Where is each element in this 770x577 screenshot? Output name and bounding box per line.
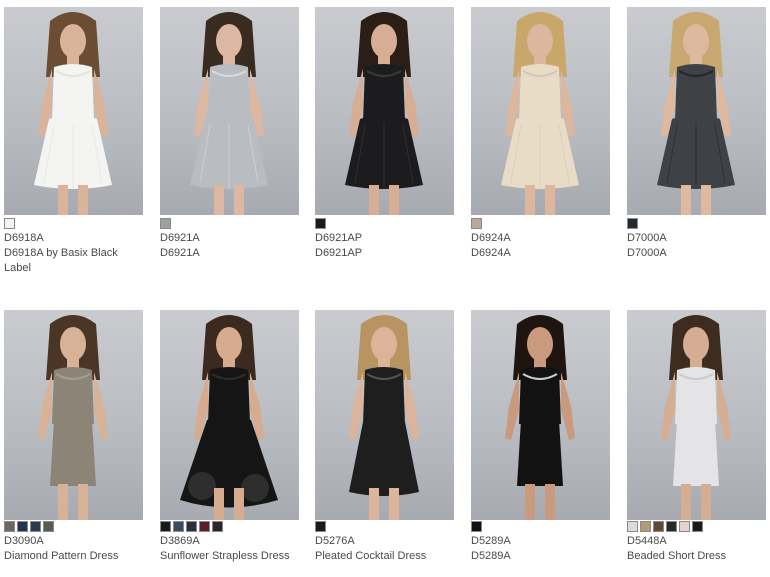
product-name-link[interactable]: D7000A [627, 246, 766, 261]
product-photo[interactable] [315, 310, 454, 520]
color-swatch[interactable] [640, 521, 651, 532]
color-swatches [4, 521, 143, 532]
model-figure [34, 12, 112, 215]
product-photo[interactable] [471, 7, 610, 215]
model-figure [505, 315, 575, 520]
color-swatch[interactable] [160, 218, 171, 229]
product-code: D3090A [4, 535, 44, 547]
color-swatches [471, 218, 610, 229]
color-swatch[interactable] [692, 521, 703, 532]
product-photo[interactable] [4, 7, 143, 215]
color-swatch[interactable] [160, 521, 171, 532]
color-swatch[interactable] [199, 521, 210, 532]
model-figure [349, 315, 419, 520]
product-code: D6921A [160, 232, 200, 244]
product-code: D6921AP [315, 232, 363, 244]
color-swatch[interactable] [30, 521, 41, 532]
color-swatches [4, 218, 143, 229]
product-photo[interactable] [4, 310, 143, 520]
model-figure [190, 12, 268, 215]
product-name-link[interactable]: Sunflower Strapless Dress [160, 549, 299, 564]
product-card[interactable]: D5276A Pleated Cocktail Dress [315, 310, 454, 564]
product-name-link[interactable]: D6924A [471, 246, 610, 261]
color-swatches [160, 218, 299, 229]
product-card[interactable]: D5289A D5289A [471, 310, 610, 564]
product-name-link[interactable]: D6921A [160, 246, 299, 261]
color-swatch[interactable] [17, 521, 28, 532]
color-swatch[interactable] [315, 521, 326, 532]
color-swatch[interactable] [4, 521, 15, 532]
color-swatch[interactable] [679, 521, 690, 532]
color-swatches [471, 521, 610, 532]
product-name-link[interactable]: Beaded Short Dress [627, 549, 766, 564]
product-code: D6918A [4, 232, 44, 244]
product-code: D7000A [627, 232, 667, 244]
model-figure [345, 12, 423, 215]
product-code: D5448A [627, 535, 667, 547]
color-swatches [627, 218, 766, 229]
product-name-link[interactable]: D5289A [471, 549, 610, 564]
product-card[interactable]: D6918A D6918A by Basix Black Label [4, 7, 143, 276]
product-card[interactable]: D6921A D6921A [160, 7, 299, 261]
product-card[interactable]: D3090A Diamond Pattern Dress [4, 310, 143, 564]
product-card[interactable]: D3869A Sunflower Strapless Dress [160, 310, 299, 564]
color-swatch[interactable] [471, 521, 482, 532]
model-figure [661, 315, 731, 520]
model-figure [38, 315, 108, 520]
color-swatch[interactable] [627, 521, 638, 532]
product-photo[interactable] [160, 7, 299, 215]
product-code: D5289A [471, 535, 511, 547]
color-swatch[interactable] [315, 218, 326, 229]
color-swatches [160, 521, 299, 532]
color-swatches [315, 521, 454, 532]
product-photo[interactable] [160, 310, 299, 520]
color-swatches [315, 218, 454, 229]
model-figure [501, 12, 579, 215]
product-name-link[interactable]: D6918A by Basix Black Label [4, 246, 143, 276]
product-card[interactable]: D5448A Beaded Short Dress [627, 310, 766, 564]
product-name-link[interactable]: Diamond Pattern Dress [4, 549, 143, 564]
product-name-link[interactable]: D6921AP [315, 246, 454, 261]
color-swatch[interactable] [653, 521, 664, 532]
model-figure [657, 12, 735, 215]
color-swatch[interactable] [186, 521, 197, 532]
product-card[interactable]: D6924A D6924A [471, 7, 610, 261]
product-code: D3869A [160, 535, 200, 547]
product-photo[interactable] [627, 7, 766, 215]
color-swatch[interactable] [173, 521, 184, 532]
product-photo[interactable] [471, 310, 610, 520]
color-swatch[interactable] [43, 521, 54, 532]
product-code: D6924A [471, 232, 511, 244]
color-swatch[interactable] [212, 521, 223, 532]
product-code: D5276A [315, 535, 355, 547]
color-swatch[interactable] [4, 218, 15, 229]
model-figure [180, 315, 278, 520]
color-swatches [627, 521, 766, 532]
product-card[interactable]: D7000A D7000A [627, 7, 766, 261]
color-swatch[interactable] [666, 521, 677, 532]
color-swatch[interactable] [471, 218, 482, 229]
product-name-link[interactable]: Pleated Cocktail Dress [315, 549, 454, 564]
color-swatch[interactable] [627, 218, 638, 229]
product-photo[interactable] [627, 310, 766, 520]
product-photo[interactable] [315, 7, 454, 215]
product-card[interactable]: D6921AP D6921AP [315, 7, 454, 261]
